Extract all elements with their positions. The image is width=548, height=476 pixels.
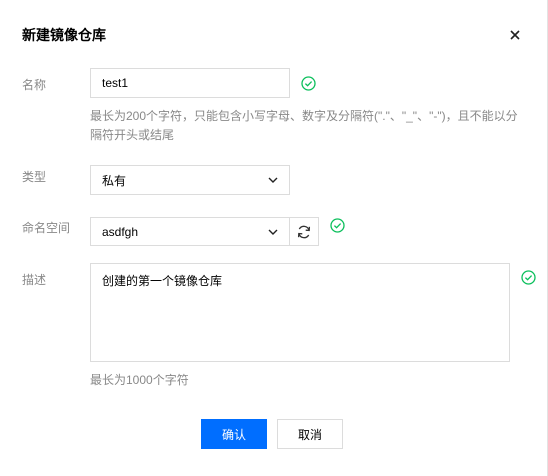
confirm-button[interactable]: 确认: [201, 419, 267, 449]
dialog-title: 新建镜像仓库: [22, 27, 106, 43]
description-label: 描述: [22, 273, 47, 287]
create-repository-dialog: 新建镜像仓库 名称 test1 最长为200个字符，只能包含小写字母、数字及分隔…: [0, 0, 548, 476]
cancel-button[interactable]: 取消: [277, 419, 343, 449]
description-textarea[interactable]: 创建的第一个镜像仓库: [90, 263, 510, 362]
refresh-namespace-button[interactable]: [289, 217, 319, 246]
check-circle-icon: [521, 270, 536, 285]
namespace-select-value: asdfgh: [102, 224, 139, 239]
name-input-value: test1: [102, 76, 129, 90]
name-help-text: 最长为200个字符，只能包含小写字母、数字及分隔符("."、"_"、"-")，且…: [90, 109, 518, 142]
namespace-label: 命名空间: [22, 221, 71, 235]
type-select[interactable]: 私有: [90, 165, 290, 195]
description-help-text: 最长为1000个字符: [90, 373, 189, 387]
close-icon[interactable]: [506, 26, 524, 44]
description-textarea-value: 创建的第一个镜像仓库: [102, 274, 223, 288]
type-label: 类型: [22, 170, 47, 184]
name-label: 名称: [22, 78, 47, 92]
chevron-down-icon: [268, 229, 278, 235]
check-circle-icon: [330, 218, 345, 233]
namespace-select[interactable]: asdfgh: [90, 217, 290, 246]
refresh-icon: [297, 225, 311, 238]
name-input[interactable]: test1: [90, 68, 290, 98]
type-select-value: 私有: [102, 173, 127, 188]
chevron-down-icon: [268, 177, 278, 183]
check-circle-icon: [301, 76, 316, 91]
